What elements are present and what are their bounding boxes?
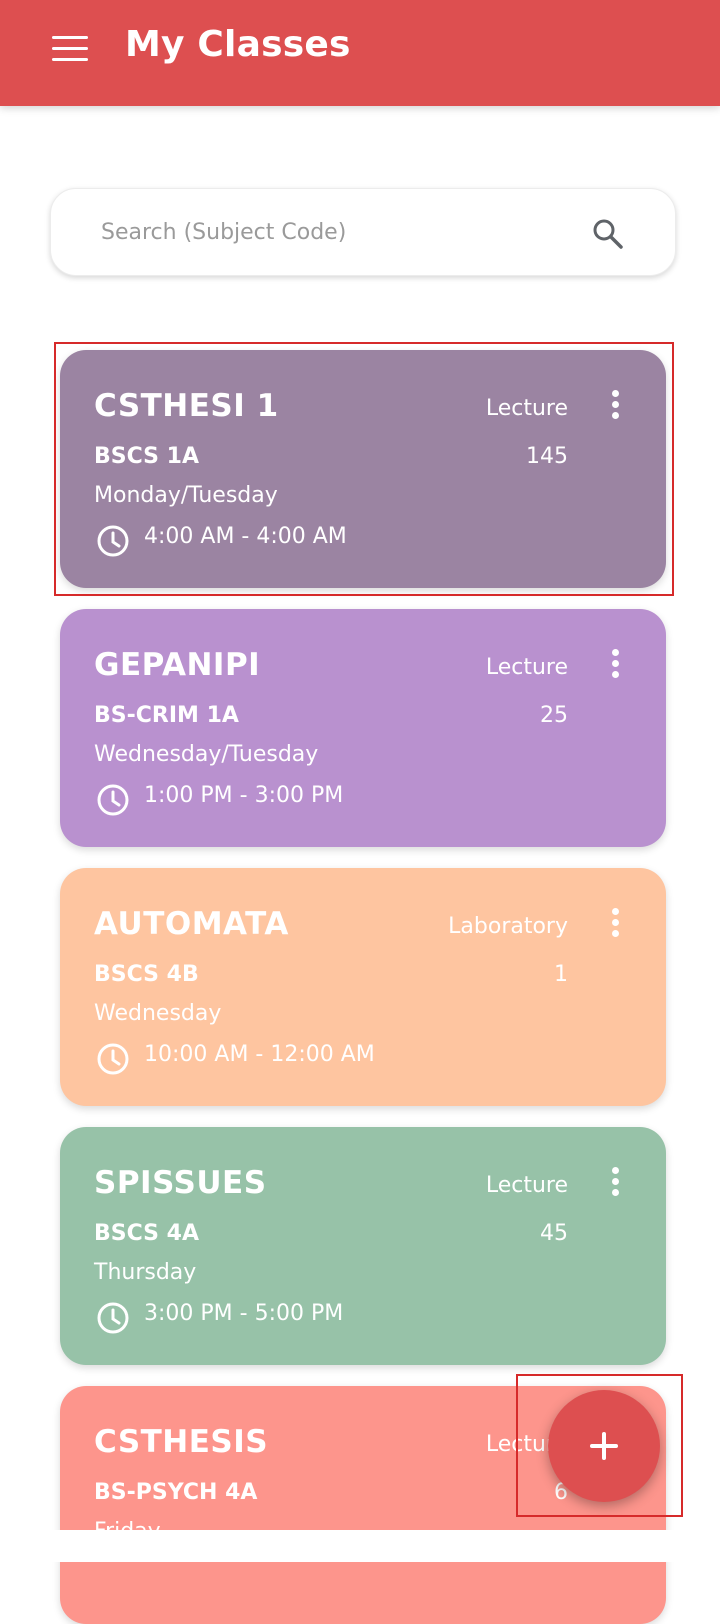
student-count: 45 <box>540 1221 568 1246</box>
add-class-button[interactable] <box>548 1390 660 1502</box>
more-options-icon[interactable] <box>608 647 622 683</box>
class-time: 10:00 AM - 12:00 AM <box>144 1042 375 1067</box>
class-code: CSTHESI 1 <box>94 388 279 424</box>
class-code: CSTHESIS <box>94 1424 269 1460</box>
class-time: 4:00 AM - 4:00 AM <box>144 524 347 549</box>
class-days: Thursday <box>94 1260 197 1285</box>
class-days: Wednesday/Tuesday <box>94 742 319 767</box>
class-section: BSCS 1A <box>94 444 200 469</box>
class-code: AUTOMATA <box>94 906 289 942</box>
class-card[interactable]: SPISSUES Lecture BSCS 4A 45 Thursday 3:0… <box>60 1127 666 1365</box>
class-section: BS-CRIM 1A <box>94 703 239 728</box>
list-bottom-edge <box>0 1530 720 1562</box>
student-count: 145 <box>526 444 568 469</box>
class-days: Wednesday <box>94 1001 222 1026</box>
app-bar: My Classes <box>0 0 720 106</box>
plus-icon-vertical <box>602 1432 606 1460</box>
search-icon[interactable] <box>590 216 626 252</box>
class-time: 3:00 PM - 5:00 PM <box>144 1301 344 1326</box>
class-type: Laboratory <box>448 914 568 939</box>
class-code: SPISSUES <box>94 1165 267 1201</box>
hamburger-menu-icon[interactable] <box>52 36 88 62</box>
class-type: Lecture <box>485 396 568 421</box>
class-code: GEPANIPI <box>94 647 261 683</box>
class-section: BSCS 4A <box>94 1221 200 1246</box>
class-type: Lecture <box>485 655 568 680</box>
more-options-icon[interactable] <box>608 388 622 424</box>
class-days: Monday/Tuesday <box>94 483 278 508</box>
class-card[interactable]: CSTHESI 1 Lecture BSCS 1A 145 Monday/Tue… <box>60 350 666 588</box>
class-time: 1:00 PM - 3:00 PM <box>144 783 344 808</box>
more-options-icon[interactable] <box>608 906 622 942</box>
class-section: BSCS 4B <box>94 962 199 987</box>
search-bar <box>50 188 676 276</box>
student-count: 25 <box>540 703 568 728</box>
student-count: 1 <box>554 962 568 987</box>
class-type: Lecture <box>485 1173 568 1198</box>
class-card[interactable]: GEPANIPI Lecture BS-CRIM 1A 25 Wednesday… <box>60 609 666 847</box>
clock-icon <box>97 1302 129 1334</box>
clock-icon <box>97 1043 129 1075</box>
search-input[interactable] <box>99 211 563 253</box>
clock-icon <box>97 784 129 816</box>
clock-icon <box>97 525 129 557</box>
more-options-icon[interactable] <box>608 1165 622 1201</box>
class-section: BS-PSYCH 4A <box>94 1480 258 1505</box>
class-card[interactable]: AUTOMATA Laboratory BSCS 4B 1 Wednesday … <box>60 868 666 1106</box>
page-title: My Classes <box>125 24 351 65</box>
